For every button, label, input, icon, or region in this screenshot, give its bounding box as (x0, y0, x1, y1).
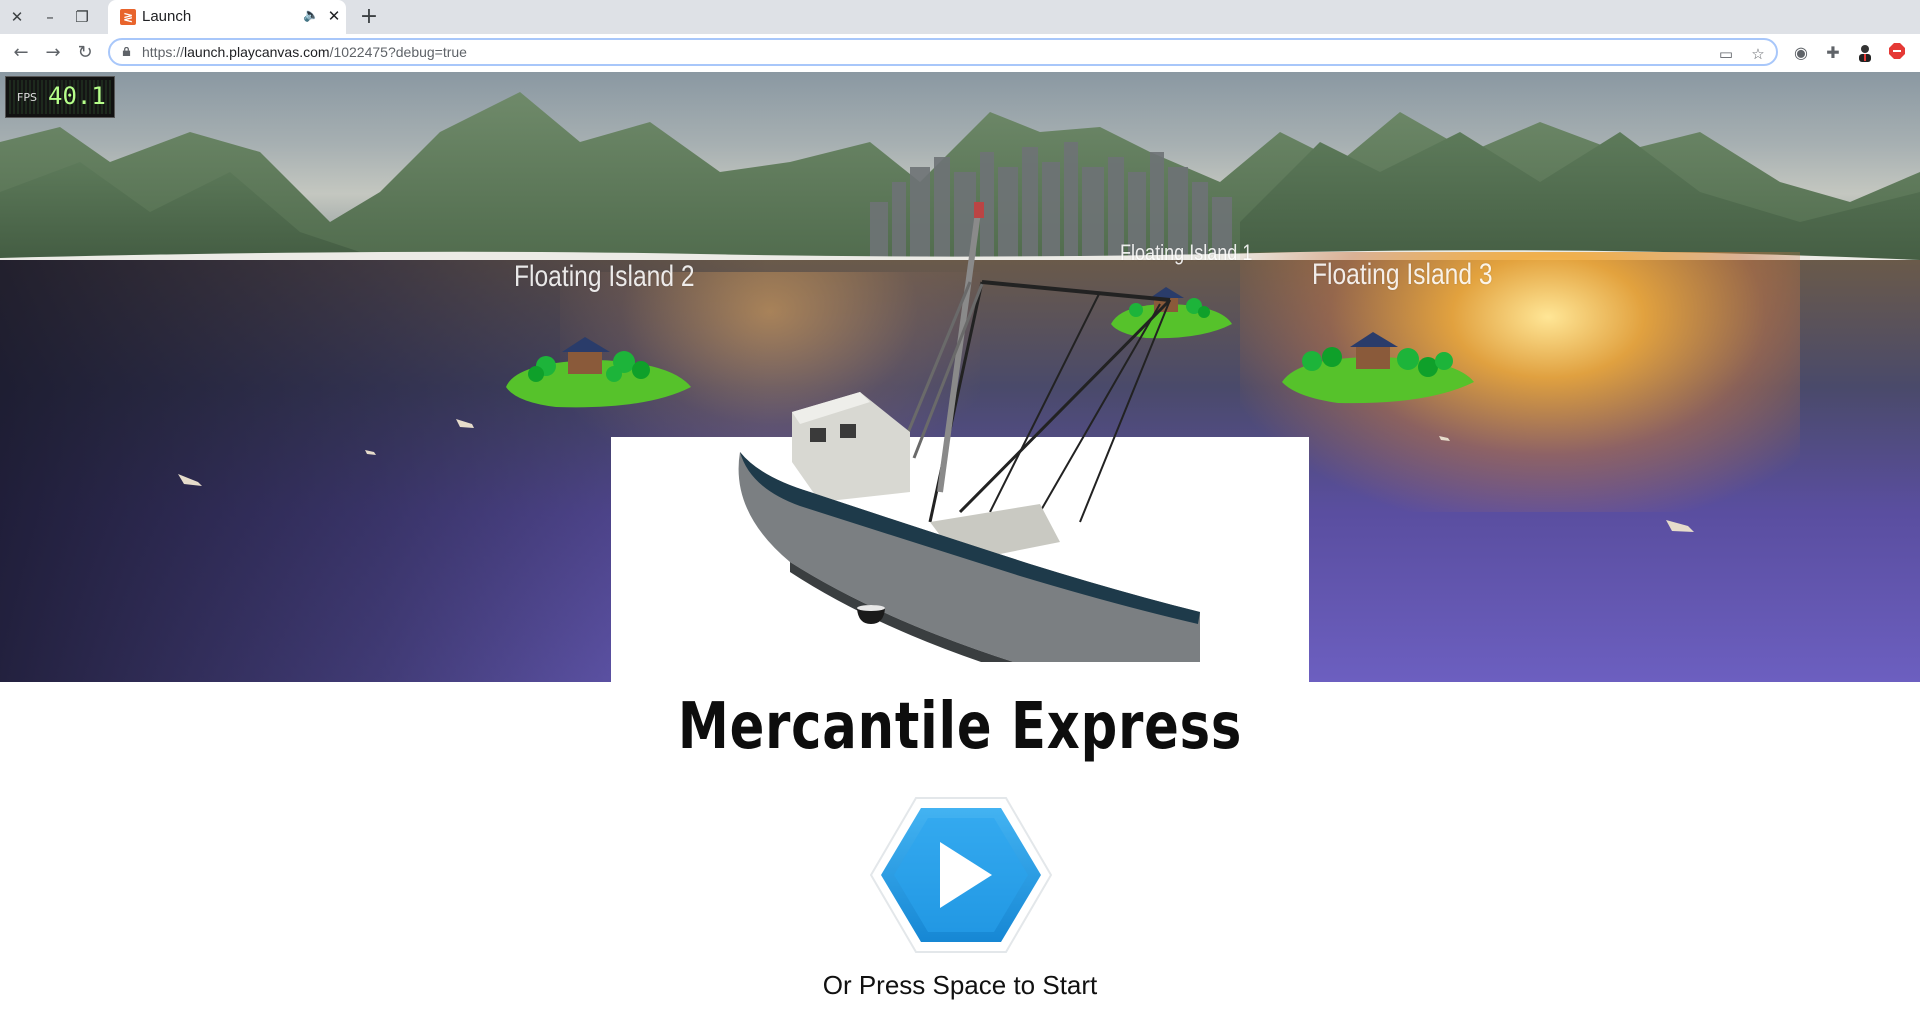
debris (456, 419, 474, 428)
extension-icon[interactable]: ◉ (1790, 42, 1812, 64)
playcanvas-favicon-icon: ≷ (120, 9, 136, 25)
island-3[interactable] (1278, 327, 1478, 407)
puzzle-icon[interactable]: ✚ (1822, 42, 1844, 64)
restore-icon[interactable]: ❐ (70, 5, 94, 29)
reload-icon[interactable]: ↻ (72, 40, 98, 66)
url-scheme: https:// (142, 44, 185, 60)
debris (178, 474, 202, 486)
fps-value: 40.1 (48, 82, 106, 110)
debris (1439, 436, 1450, 441)
cast-icon[interactable]: ▭ (1716, 44, 1736, 64)
browser-tab[interactable]: ≷ Launch 🔈 ✕ (108, 0, 346, 34)
tab-strip: ✕ – ❐ ≷ Launch 🔈 ✕ + (0, 0, 1920, 34)
island-label-2: Floating Island 2 (514, 260, 695, 293)
close-window-icon[interactable]: ✕ (5, 5, 29, 29)
speaker-icon[interactable]: 🔈 (303, 8, 319, 23)
tab-title: Launch (142, 8, 192, 25)
url-path: /1022475?debug=true (329, 44, 467, 60)
debris (1666, 520, 1694, 532)
bookmark-star-icon[interactable]: ☆ (1748, 44, 1768, 64)
avatar[interactable] (1854, 42, 1876, 64)
debris (365, 450, 376, 455)
play-button[interactable] (870, 796, 1052, 954)
address-bar[interactable]: https://launch.playcanvas.com/1022475?de… (108, 38, 1778, 66)
fps-label: FPS (17, 91, 37, 104)
minimize-icon[interactable]: – (38, 5, 62, 29)
fps-counter: FPS 40.1 (5, 76, 115, 118)
tab-close-icon[interactable]: ✕ (324, 6, 344, 26)
game-canvas[interactable]: Floating Island 2 Floating Island 1 Floa… (0, 72, 1920, 682)
buoy (857, 605, 885, 624)
url-text[interactable]: https://launch.playcanvas.com/1022475?de… (142, 44, 467, 60)
lock-icon (122, 47, 131, 56)
browser-toolbar: ← → ↻ https://launch.playcanvas.com/1022… (0, 34, 1920, 73)
back-icon[interactable]: ← (8, 40, 34, 66)
new-tab-button[interactable]: + (356, 4, 382, 30)
adblock-icon[interactable] (1886, 42, 1908, 64)
url-host: launch.playcanvas.com (184, 44, 330, 60)
game-title: Mercantile Express (677, 690, 1243, 764)
start-hint: Or Press Space to Start (822, 970, 1098, 1000)
island-label-3: Floating Island 3 (1312, 258, 1493, 291)
forward-icon[interactable]: → (40, 40, 66, 66)
island-2[interactable] (496, 332, 696, 412)
fishing-boat (738, 202, 1200, 662)
